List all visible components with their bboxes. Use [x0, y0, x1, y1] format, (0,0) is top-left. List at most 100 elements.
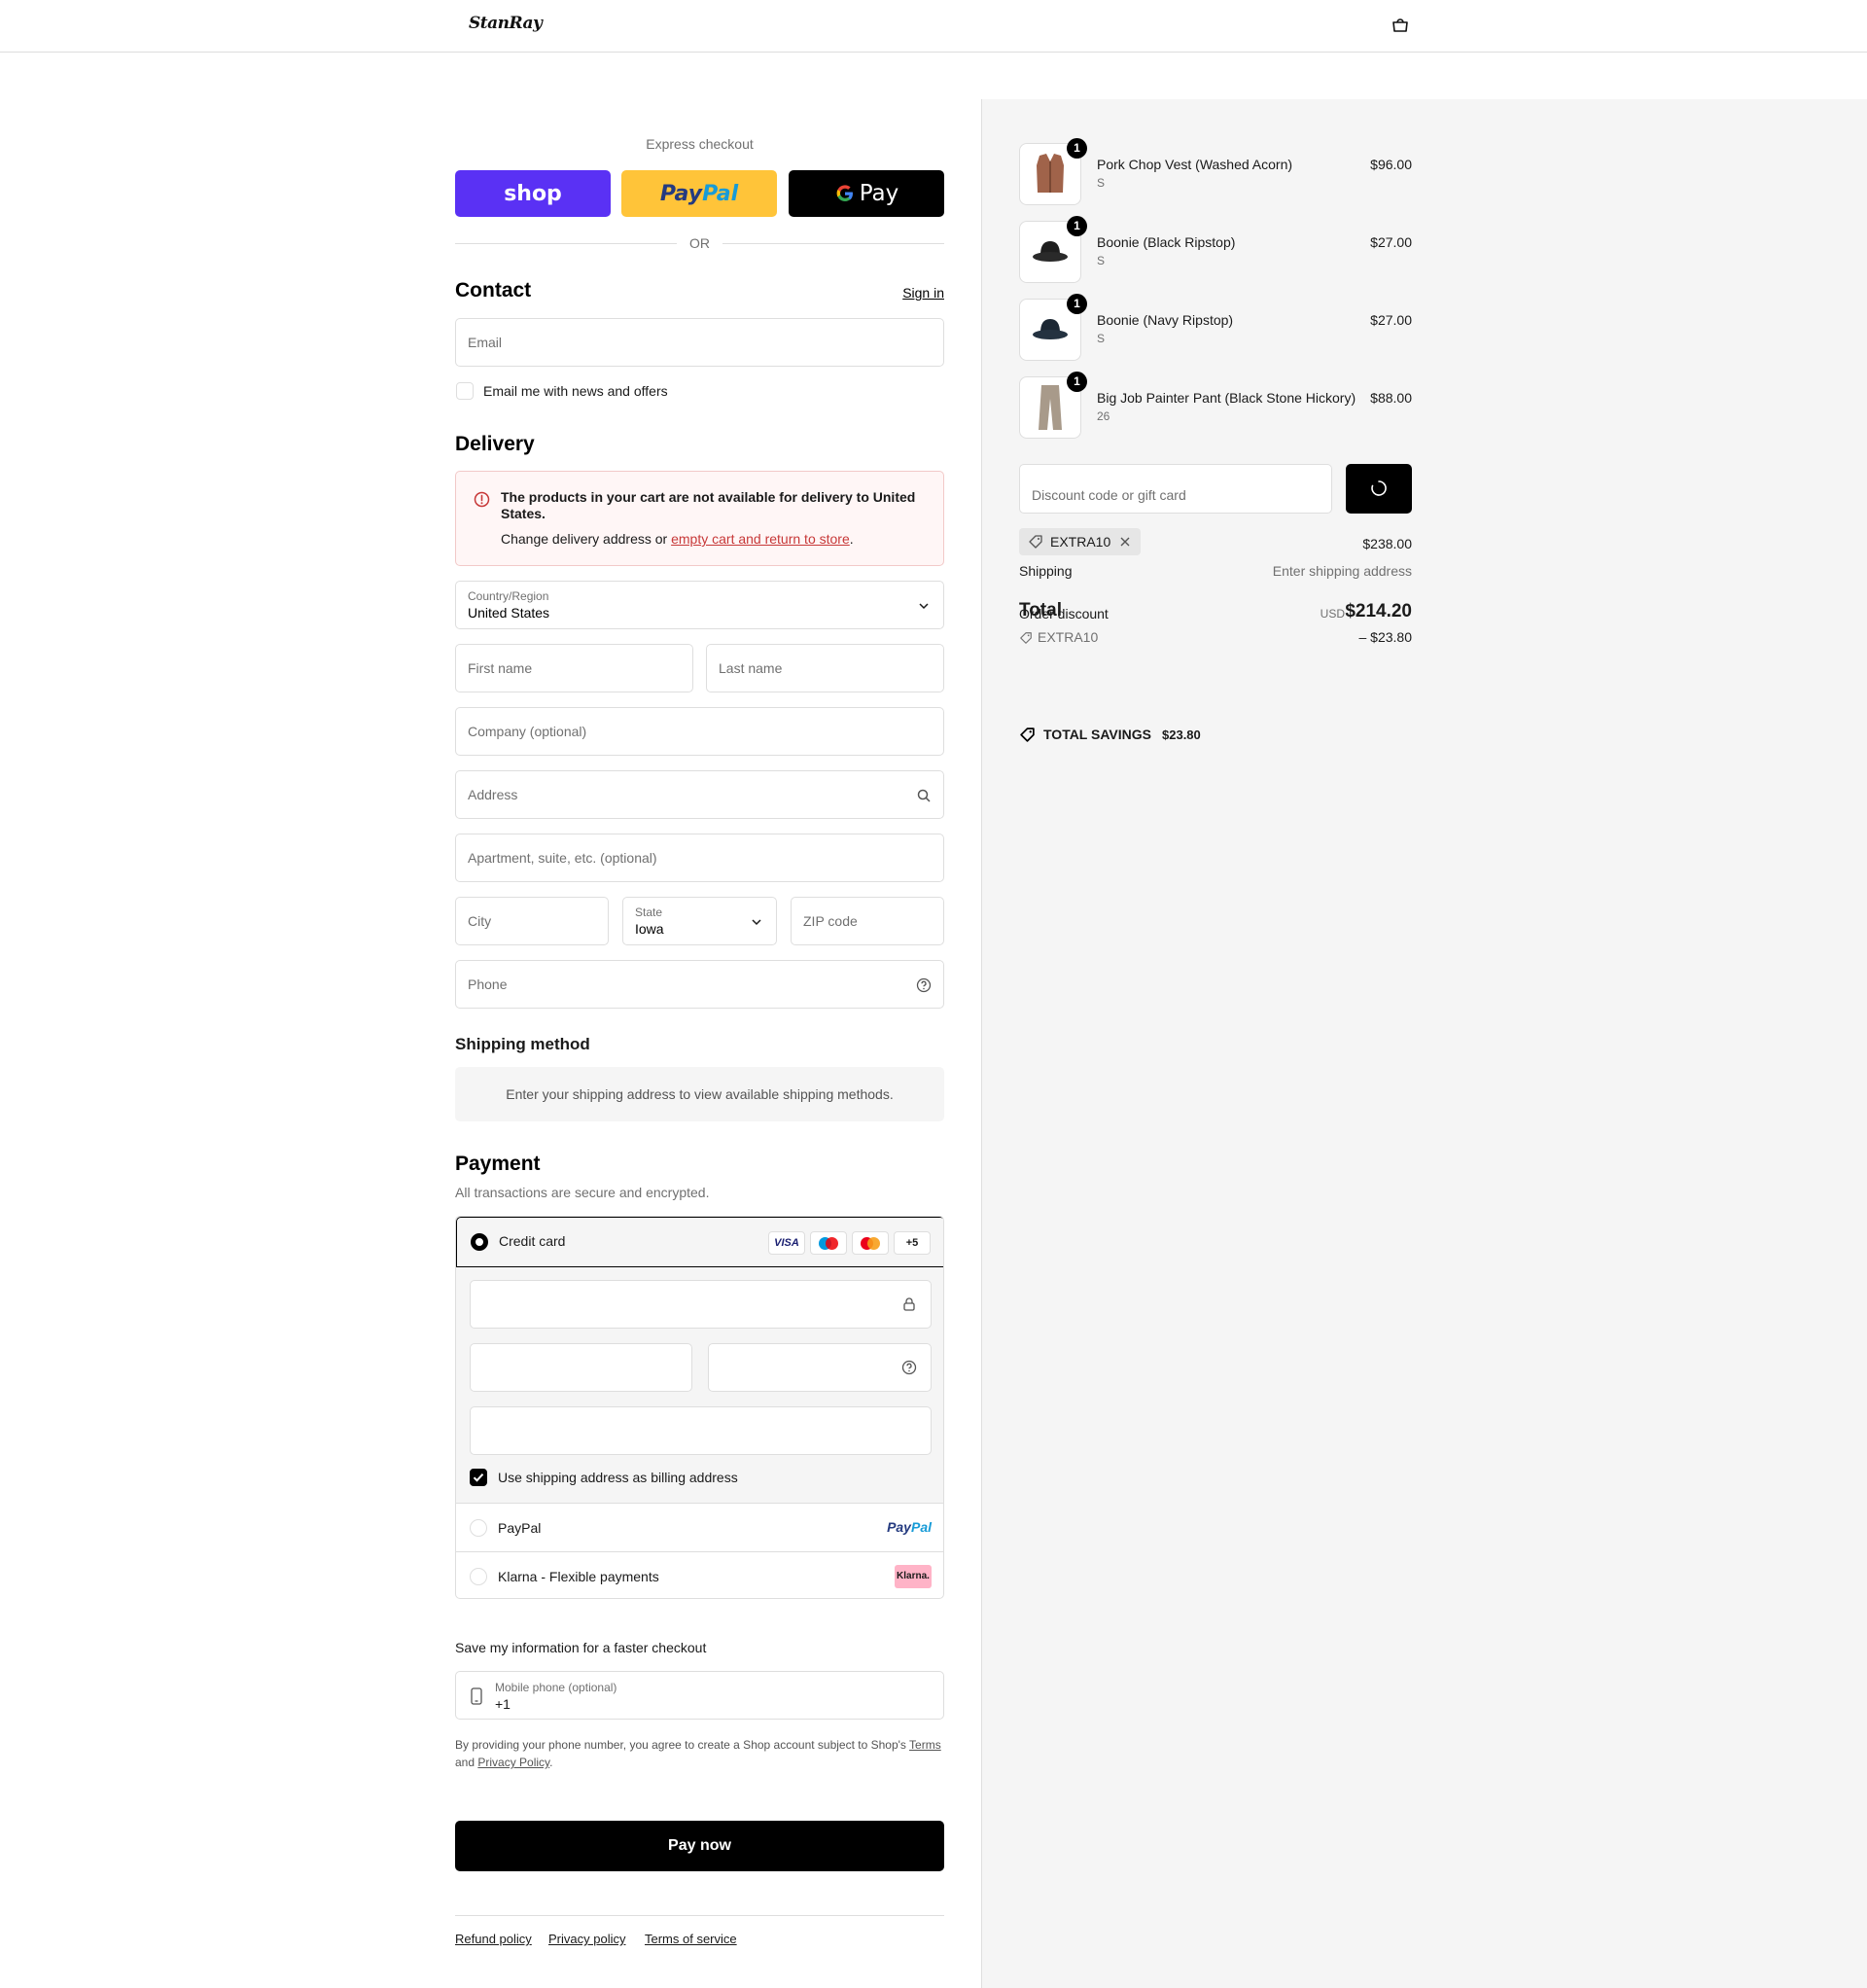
klarna-radio[interactable]	[470, 1568, 487, 1585]
card-number-field[interactable]	[470, 1280, 932, 1329]
sign-in-link[interactable]: Sign in	[902, 285, 944, 301]
expiration-field[interactable]	[470, 1343, 692, 1392]
total-label: Total	[1019, 600, 1062, 621]
alert-title: The products in your cart are not availa…	[501, 489, 916, 521]
shop-pay-button[interactable]: shop	[455, 170, 611, 217]
quantity-badge: 1	[1067, 294, 1087, 314]
email-field[interactable]: Email	[455, 318, 944, 367]
state-select[interactable]: State Iowa	[622, 897, 777, 945]
tag-icon	[1020, 632, 1032, 644]
privacy-policy-link[interactable]: Privacy policy	[548, 1932, 625, 1946]
billing-address-checkbox[interactable]	[470, 1469, 487, 1486]
item-variant: S	[1097, 254, 1106, 267]
city-field[interactable]: City	[455, 897, 609, 945]
or-divider: OR	[455, 233, 944, 253]
item-price: $27.00	[1370, 234, 1412, 250]
tag-icon	[1029, 535, 1042, 549]
item-name: Boonie (Navy Ripstop)	[1097, 312, 1234, 328]
item-variant: 26	[1097, 409, 1110, 423]
help-circle-icon[interactable]	[916, 977, 932, 993]
google-g-icon	[836, 185, 853, 201]
subtotal-value: $238.00	[1362, 536, 1412, 551]
close-icon[interactable]	[1119, 536, 1131, 548]
item-price: $88.00	[1370, 390, 1412, 406]
shipping-value: Enter shipping address	[1272, 563, 1412, 579]
phone-field[interactable]: Phone	[455, 960, 944, 1009]
savings-tag-icon	[1020, 728, 1035, 742]
currency-code: USD	[1320, 607, 1345, 621]
help-circle-icon[interactable]	[901, 1360, 917, 1375]
billing-address-label: Use shipping address as billing address	[498, 1470, 738, 1485]
empty-cart-link[interactable]: empty cart and return to store	[671, 531, 850, 547]
mastercard-icon	[852, 1231, 889, 1255]
first-name-field[interactable]: First name	[455, 644, 693, 692]
klarna-label: Klarna - Flexible payments	[498, 1569, 659, 1584]
item-name: Big Job Painter Pant (Black Stone Hickor…	[1097, 390, 1356, 406]
item-variant: S	[1097, 332, 1106, 345]
paypal-button[interactable]: Pay Pal	[621, 170, 777, 217]
shop-terms-link[interactable]: Terms	[909, 1738, 941, 1752]
shop-legal-text: By providing your phone number, you agre…	[455, 1738, 941, 1769]
credit-card-form: Use shipping address as billing address	[456, 1267, 943, 1504]
security-code-field[interactable]	[708, 1343, 932, 1392]
contact-heading: Contact	[455, 279, 532, 302]
bag-icon[interactable]	[1391, 18, 1410, 33]
shipping-method-message: Enter your shipping address to view avai…	[455, 1067, 944, 1121]
more-cards-badge: +5	[894, 1231, 931, 1255]
discount-value: – $23.80	[1358, 629, 1413, 645]
payment-heading: Payment	[455, 1153, 541, 1175]
delivery-heading: Delivery	[455, 433, 535, 455]
newsletter-label: Email me with news and offers	[483, 383, 668, 399]
alert-circle-icon	[474, 491, 490, 508]
name-on-card-field[interactable]	[470, 1406, 932, 1455]
terms-of-service-link[interactable]: Terms of service	[645, 1932, 737, 1946]
mobile-phone-field[interactable]: Mobile phone (optional) +1	[455, 1671, 944, 1720]
applied-discount-tag: EXTRA10	[1019, 528, 1141, 555]
apartment-field[interactable]: Apartment, suite, etc. (optional)	[455, 834, 944, 882]
company-field[interactable]: Company (optional)	[455, 707, 944, 756]
zip-field[interactable]: ZIP code	[791, 897, 944, 945]
credit-card-radio[interactable]	[471, 1233, 488, 1251]
lock-icon	[903, 1297, 915, 1311]
store-logo[interactable]: StanRay	[469, 14, 543, 33]
klarna-option[interactable]: Klarna - Flexible payments Klarna.	[456, 1552, 943, 1598]
shop-privacy-link[interactable]: Privacy Policy	[477, 1756, 549, 1769]
payment-subtitle: All transactions are secure and encrypte…	[455, 1185, 710, 1200]
last-name-field[interactable]: Last name	[706, 644, 944, 692]
total-savings-label: TOTAL SAVINGS	[1043, 727, 1151, 742]
item-price: $27.00	[1370, 312, 1412, 328]
paypal-option[interactable]: PayPal PayPal	[456, 1504, 943, 1552]
quantity-badge: 1	[1067, 216, 1087, 236]
search-icon	[917, 789, 931, 802]
spinner-icon	[1371, 480, 1387, 496]
discount-code-label: EXTRA10	[1038, 629, 1099, 645]
address-field[interactable]: Address	[455, 770, 944, 819]
paypal-label: PayPal	[498, 1520, 542, 1536]
shipping-label: Shipping	[1019, 563, 1073, 579]
newsletter-checkbox[interactable]	[456, 382, 474, 400]
apply-discount-button[interactable]	[1346, 464, 1412, 514]
quantity-badge: 1	[1067, 138, 1087, 159]
total-value: $214.20	[1345, 601, 1412, 621]
chevron-down-icon	[752, 919, 761, 926]
item-name: Pork Chop Vest (Washed Acorn)	[1097, 157, 1293, 172]
alert-body: Change delivery address or empty cart an…	[501, 531, 854, 547]
footer-divider	[455, 1915, 944, 1916]
save-info-heading: Save my information for a faster checkou…	[455, 1640, 707, 1655]
visa-icon: VISA	[768, 1231, 805, 1255]
top-bar: StanRay	[0, 0, 1867, 53]
credit-card-option[interactable]: Credit card VISA +5	[456, 1217, 943, 1267]
google-pay-button[interactable]: Pay	[789, 170, 944, 217]
quantity-badge: 1	[1067, 372, 1087, 392]
country-select[interactable]: Country/Region United States	[455, 581, 944, 629]
item-name: Boonie (Black Ripstop)	[1097, 234, 1236, 250]
item-price: $96.00	[1370, 157, 1412, 172]
paypal-radio[interactable]	[470, 1519, 487, 1537]
order-summary-panel	[981, 99, 1867, 1988]
total-savings-value: $23.80	[1162, 728, 1201, 742]
refund-policy-link[interactable]: Refund policy	[455, 1932, 532, 1946]
discount-code-input[interactable]: Discount code or gift card	[1019, 464, 1332, 514]
checkmark-icon	[473, 1473, 484, 1482]
credit-card-label: Credit card	[499, 1233, 566, 1249]
pay-now-button[interactable]: Pay now	[455, 1821, 944, 1871]
